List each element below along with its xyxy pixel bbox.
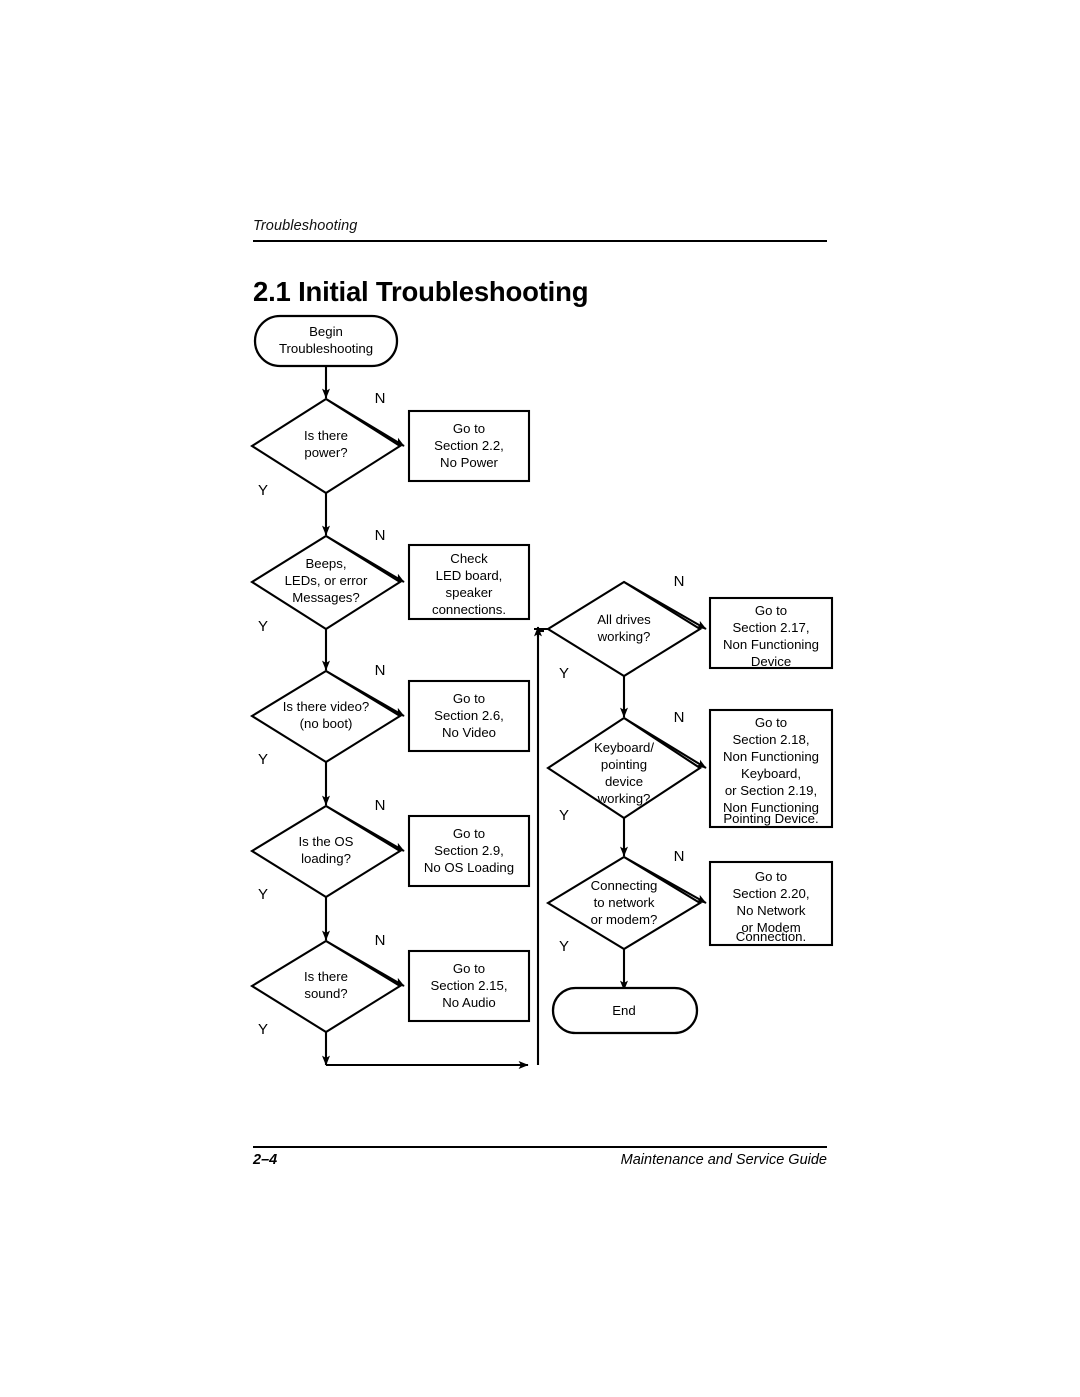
os-line-2: loading? <box>301 851 351 866</box>
node-process-go-2-6: Go to Section 2.6, No Video <box>407 679 531 753</box>
video-line-1: Is there video? <box>283 699 370 714</box>
go-2-20-line-3: No Network <box>737 903 806 918</box>
go-2-20-line-2: Section 2.20, <box>733 886 810 901</box>
sound-line-1: Is there <box>304 969 348 984</box>
power-yes-label: Y <box>258 482 268 499</box>
beeps-yes-label: Y <box>258 618 268 635</box>
keyboard-line-4: working? <box>597 791 651 806</box>
network-line-1: Connecting <box>591 878 658 893</box>
go-2-6-line-1: Go to <box>453 691 485 706</box>
go-2-2-line-3: No Power <box>440 455 499 470</box>
network-yes-label: Y <box>559 938 569 955</box>
beeps-line-1: Beeps, <box>305 556 346 571</box>
begin-line-1: Begin <box>309 324 343 339</box>
network-line-2: to network <box>594 895 655 910</box>
network-no-label: N <box>674 848 685 865</box>
video-line-2: (no boot) <box>300 716 353 731</box>
drives-yes-label: Y <box>559 665 569 682</box>
go-2-17-line-3: Non Functioning <box>723 637 819 652</box>
node-end: End <box>551 986 699 1035</box>
drives-no-label: N <box>674 573 685 590</box>
node-process-go-2-17: Go to Section 2.17, Non Functioning Devi… <box>708 596 834 670</box>
beeps-line-3: Messages? <box>292 590 359 605</box>
sound-line-2: sound? <box>304 986 347 1001</box>
keyboard-line-2: pointing <box>601 757 647 772</box>
power-no-label: N <box>375 390 386 407</box>
go-2-6-line-2: Section 2.6, <box>434 708 504 723</box>
video-yes-label: Y <box>258 751 268 768</box>
power-line-1: Is there <box>304 428 348 443</box>
node-process-go-2-15: Go to Section 2.15, No Audio <box>407 949 531 1023</box>
check-led-line-3: speaker <box>446 585 494 600</box>
footer-rule <box>253 1146 827 1148</box>
sound-no-label: N <box>375 932 386 949</box>
check-led-line-2: LED board, <box>436 568 503 583</box>
go-2-20-line-5: Connection. <box>736 929 806 944</box>
document-page: Troubleshooting 2.1 Initial Troubleshoot… <box>0 0 1080 1397</box>
initial-troubleshooting-flowchart: Begin Troubleshooting Is there power? N … <box>249 314 834 1069</box>
go-2-18-line-7: Pointing Device. <box>723 811 818 826</box>
begin-line-2: Troubleshooting <box>279 341 373 356</box>
node-decision-drives: All drives working? N Y <box>546 573 702 682</box>
node-process-go-2-20: Go to Section 2.20, No Network or Modem … <box>708 860 834 947</box>
go-2-9-line-2: Section 2.9, <box>434 843 504 858</box>
beeps-no-label: N <box>375 527 386 544</box>
keyboard-line-3: device <box>605 774 643 789</box>
drives-line-1: All drives <box>597 612 651 627</box>
keyboard-line-1: Keyboard/ <box>594 740 654 755</box>
os-line-1: Is the OS <box>299 834 354 849</box>
go-2-18-line-2: Section 2.18, <box>733 732 810 747</box>
node-decision-os: Is the OS loading? N Y <box>249 797 403 903</box>
go-2-2-line-1: Go to <box>453 421 485 436</box>
node-process-check-led: Check LED board, speaker connections. <box>407 543 531 621</box>
keyboard-no-label: N <box>674 709 685 726</box>
drives-line-2: working? <box>597 629 651 644</box>
go-2-20-line-1: Go to <box>755 869 787 884</box>
check-led-line-1: Check <box>450 551 488 566</box>
power-line-2: power? <box>304 445 347 460</box>
network-line-3: or modem? <box>591 912 658 927</box>
node-process-go-2-18: Go to Section 2.18, Non Functioning Keyb… <box>708 708 834 829</box>
go-2-9-line-1: Go to <box>453 826 485 841</box>
go-2-15-line-1: Go to <box>453 961 485 976</box>
keyboard-yes-label: Y <box>559 807 569 824</box>
node-decision-sound: Is there sound? N Y <box>249 932 403 1038</box>
go-2-18-line-3: Non Functioning <box>723 749 819 764</box>
go-2-17-line-2: Section 2.17, <box>733 620 810 635</box>
node-process-go-2-9: Go to Section 2.9, No OS Loading <box>407 814 531 888</box>
go-2-17-line-1: Go to <box>755 603 787 618</box>
node-begin: Begin Troubleshooting <box>253 314 399 368</box>
go-2-15-line-3: No Audio <box>442 995 496 1010</box>
node-decision-power: Is there power? N Y <box>250 390 402 499</box>
os-yes-label: Y <box>258 886 268 903</box>
node-decision-network: Connecting to network or modem? N Y <box>545 848 703 955</box>
go-2-6-line-3: No Video <box>442 725 496 740</box>
node-decision-keyboard: Keyboard/ pointing device working? N Y <box>546 709 702 824</box>
guide-title: Maintenance and Service Guide <box>620 1152 827 1168</box>
sound-yes-label: Y <box>258 1021 268 1038</box>
beeps-line-2: LEDs, or error <box>285 573 368 588</box>
go-2-9-line-3: No OS Loading <box>424 860 514 875</box>
end-label: End <box>612 1003 635 1018</box>
os-no-label: N <box>375 797 386 814</box>
node-process-go-2-2: Go to Section 2.2, No Power <box>407 409 531 483</box>
go-2-18-line-4: Keyboard, <box>741 766 801 781</box>
go-2-18-line-1: Go to <box>755 715 787 730</box>
page-number: 2–4 <box>253 1152 278 1168</box>
go-2-2-line-2: Section 2.2, <box>434 438 504 453</box>
video-no-label: N <box>375 662 386 679</box>
node-decision-beeps: Beeps, LEDs, or error Messages? N Y <box>250 527 402 635</box>
go-2-17-line-4: Device <box>751 654 791 669</box>
node-decision-video: Is there video? (no boot) N Y <box>249 662 403 768</box>
go-2-15-line-2: Section 2.15, <box>431 978 508 993</box>
go-2-18-line-5: or Section 2.19, <box>725 783 817 798</box>
check-led-line-4: connections. <box>432 602 506 617</box>
